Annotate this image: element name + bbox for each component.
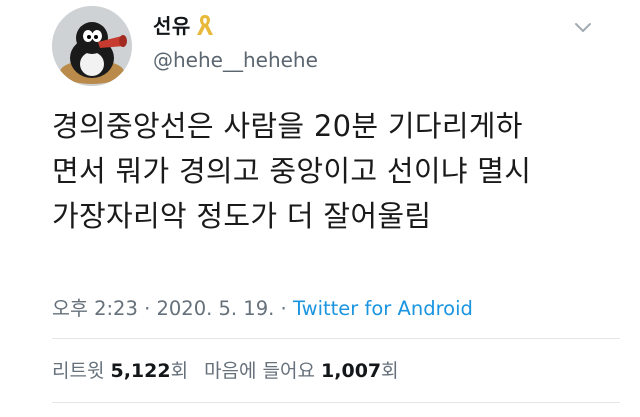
retweets-stat[interactable]: 리트윗 5,122회 (52, 356, 188, 383)
tweet-time[interactable]: 오후 2:23 (52, 297, 138, 320)
meta-separator: · (274, 297, 293, 320)
divider (52, 338, 620, 339)
tweet-source-link[interactable]: Twitter for Android (293, 297, 473, 320)
display-name[interactable]: 선유 (153, 10, 191, 39)
divider (52, 402, 620, 403)
meta-separator: · (137, 297, 157, 320)
user-name-row[interactable]: 선유 (153, 10, 215, 39)
retweets-suffix: 회 (170, 360, 189, 382)
likes-stat[interactable]: 마음에 들어요 1,007회 (204, 356, 399, 383)
likes-count: 1,007 (321, 360, 382, 382)
avatar[interactable] (52, 6, 132, 86)
likes-label: 마음에 들어요 (204, 360, 322, 382)
retweets-count: 5,122 (110, 360, 171, 382)
chevron-down-icon[interactable] (573, 20, 593, 34)
yellow-ribbon-icon (195, 13, 215, 37)
user-handle[interactable]: @hehe__hehehe (153, 48, 318, 72)
tweet-meta: 오후 2:23 · 2020. 5. 19. · Twitter for And… (52, 292, 473, 321)
likes-suffix: 회 (381, 360, 399, 382)
tweet-stats: 리트윗 5,122회 마음에 들어요 1,007회 (52, 356, 415, 383)
penguin-avatar-image (52, 6, 132, 86)
retweets-label: 리트윗 (52, 360, 111, 382)
tweet-date[interactable]: 2020. 5. 19. (156, 297, 274, 320)
tweet-text: 경의중앙선은 사람을 20분 기다리게하 면서 뭐가 경의고 중앙이고 선이냐 … (52, 109, 532, 233)
